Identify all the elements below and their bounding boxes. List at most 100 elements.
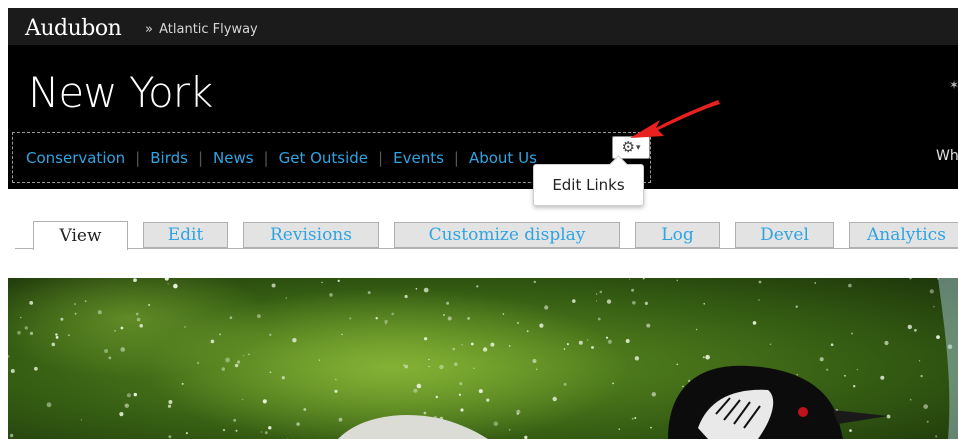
spray-droplet — [631, 288, 635, 292]
tab-edit[interactable]: Edit — [143, 222, 228, 248]
spray-droplet — [632, 301, 636, 305]
spray-droplet — [446, 301, 450, 305]
spray-droplet — [51, 342, 56, 347]
spray-droplet — [929, 289, 934, 294]
tab-log[interactable]: Log — [635, 222, 720, 248]
spray-droplet — [281, 376, 285, 380]
spray-droplet — [55, 333, 58, 336]
spray-droplet — [126, 393, 131, 398]
menu-item-get-outside[interactable]: Get Outside — [279, 149, 368, 167]
spray-droplet — [605, 336, 609, 339]
menu-item-events[interactable]: Events — [393, 149, 444, 167]
spray-droplet — [136, 317, 141, 322]
spray-droplet — [606, 299, 612, 304]
spray-droplet — [909, 398, 912, 401]
spray-droplet — [595, 293, 598, 295]
spray-droplet — [758, 299, 760, 301]
spray-droplet — [108, 356, 112, 360]
breadcrumb-separator: » — [145, 22, 153, 37]
spray-droplet — [607, 339, 613, 344]
spray-droplet — [676, 363, 679, 366]
spray-droplet — [135, 312, 139, 316]
spray-droplet — [597, 317, 601, 321]
spray-droplet — [563, 348, 566, 350]
spray-droplet — [185, 432, 188, 435]
spray-droplet — [24, 326, 28, 330]
spray-droplet — [595, 300, 598, 302]
spray-droplet — [443, 314, 445, 316]
spray-droplet — [296, 422, 300, 426]
loon-hero-photo — [8, 278, 958, 439]
audubon-logo[interactable]: Audubon — [25, 16, 122, 41]
spray-droplet — [168, 400, 173, 404]
spray-droplet — [17, 330, 21, 335]
spray-droplet — [752, 321, 757, 325]
spray-droplet — [758, 280, 762, 284]
spray-droplet — [516, 321, 520, 325]
menu-item-news[interactable]: News — [213, 149, 254, 167]
tab-customize-display[interactable]: Customize display — [394, 222, 620, 248]
breadcrumb-link[interactable]: Atlantic Flyway — [159, 22, 258, 37]
social-icon[interactable]: ✶ — [949, 78, 958, 92]
spray-droplet — [233, 418, 237, 422]
tab-analytics[interactable]: Analytics — [849, 222, 958, 248]
spray-droplet — [508, 345, 511, 347]
spray-droplet — [234, 363, 239, 368]
spray-droplet — [826, 368, 829, 371]
menu-item-birds[interactable]: Birds — [150, 149, 188, 167]
menu-item-conservation[interactable]: Conservation — [26, 149, 125, 167]
spray-droplet — [629, 278, 631, 280]
edit-links-tooltip[interactable]: Edit Links — [533, 164, 644, 206]
spray-droplet — [67, 334, 70, 337]
spray-droplet — [795, 305, 798, 308]
spray-droplet — [55, 336, 59, 339]
spray-droplet — [646, 323, 651, 328]
spray-droplet — [552, 396, 557, 402]
spray-droplet — [20, 316, 22, 319]
tab-view[interactable]: View — [33, 221, 128, 250]
spray-droplet — [329, 293, 333, 297]
spray-droplet — [120, 326, 124, 330]
spray-droplet — [688, 379, 691, 382]
spray-droplet — [856, 368, 859, 371]
spray-droplet — [566, 343, 570, 346]
spray-droplet — [502, 313, 505, 315]
spray-droplet — [235, 429, 238, 432]
spray-droplet — [532, 359, 537, 363]
tabs-baseline — [15, 248, 958, 249]
menu-item-about-us[interactable]: About Us — [469, 149, 537, 167]
spray-droplet — [74, 303, 76, 305]
spray-droplet — [651, 392, 656, 397]
spray-droplet — [933, 305, 935, 308]
menu-divider: | — [378, 149, 384, 167]
tab-devel[interactable]: Devel — [735, 222, 834, 248]
spray-droplet — [133, 392, 137, 397]
spray-droplet — [526, 330, 529, 333]
spray-droplet — [625, 339, 630, 343]
spray-droplet — [578, 340, 583, 345]
spray-droplet — [439, 364, 444, 370]
tab-revisions[interactable]: Revisions — [243, 222, 379, 248]
spray-droplet — [268, 426, 272, 430]
spray-droplet — [853, 385, 856, 388]
spray-droplet — [124, 403, 129, 408]
spray-droplet — [849, 429, 852, 432]
spray-droplet — [447, 316, 452, 321]
spray-droplet — [886, 414, 891, 419]
spray-droplet — [46, 402, 52, 408]
spray-droplet — [334, 389, 338, 393]
spray-droplet — [9, 433, 14, 438]
spray-droplet — [435, 395, 438, 399]
spray-droplet — [454, 362, 458, 366]
spray-droplet — [196, 361, 200, 365]
spray-droplet — [702, 356, 705, 359]
spray-droplet — [10, 369, 15, 373]
spray-droplet — [920, 374, 923, 378]
spray-droplet — [850, 332, 853, 335]
spray-droplet — [634, 356, 640, 361]
spray-droplet — [104, 349, 109, 353]
spray-droplet — [884, 340, 889, 346]
spray-droplet — [586, 339, 589, 341]
spray-droplet — [321, 281, 323, 284]
spray-droplet — [923, 404, 928, 409]
